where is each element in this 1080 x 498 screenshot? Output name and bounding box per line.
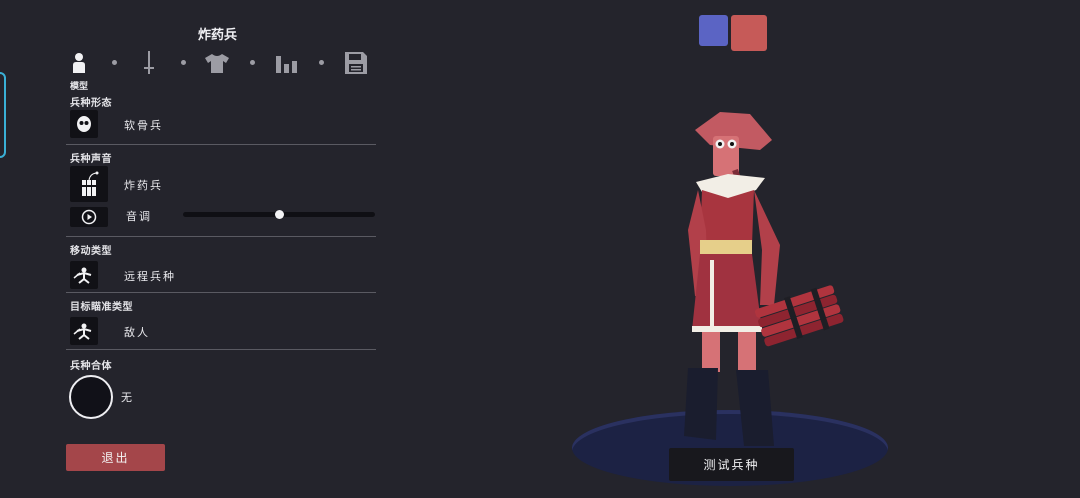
target-unit-icon [73,323,92,340]
target-type-label: 目标瞄准类型 [70,302,133,313]
movement-type-value[interactable]: 远程兵种 [124,268,176,284]
dynamite-icon [81,171,99,196]
tab-save[interactable] [343,50,369,76]
test-unit-button[interactable]: 测试兵种 [669,448,794,481]
movement-type-icon-button[interactable] [70,261,98,289]
pitch-slider-thumb[interactable] [275,210,284,219]
save-icon [345,52,367,74]
section-divider [66,144,376,145]
target-type-value[interactable]: 敌人 [124,324,150,340]
tab-separator-dot [181,60,186,65]
exit-button[interactable]: 退出 [66,444,165,471]
unit-preview-model[interactable] [640,100,870,450]
unit-name-title: 炸药兵 [198,28,238,43]
unit-voice-label: 兵种声音 [70,154,112,165]
team-color-red-swatch[interactable] [731,15,767,51]
sword-icon [144,51,154,74]
movement-type-label: 移动类型 [70,246,112,257]
target-type-icon-button[interactable] [70,317,98,345]
unit-combo-label: 兵种合体 [70,361,112,372]
person-icon [73,53,85,73]
tab-weapons[interactable] [136,50,162,76]
play-icon [81,209,97,225]
ranged-unit-icon [73,267,92,284]
section-divider [66,292,376,293]
pitch-slider[interactable] [183,210,375,219]
unit-form-value[interactable]: 软骨兵 [124,117,163,133]
tab-separator-dot [319,60,324,65]
unit-combo-value: 无 [121,391,134,404]
tab-model-caption: 模型 [70,82,89,92]
unit-combo-slot[interactable] [69,375,113,419]
skull-face-icon [77,116,91,132]
unit-form-icon-button[interactable] [70,110,98,138]
bar-chart-icon [276,56,297,73]
editor-tab-bar [66,50,376,78]
unit-voice-value[interactable]: 炸药兵 [124,177,163,193]
tab-stats[interactable] [274,50,300,76]
tab-clothing[interactable] [204,50,230,76]
side-panel-handle[interactable] [0,72,6,158]
team-color-blue-swatch[interactable] [699,15,728,46]
section-divider [66,236,376,237]
tab-model[interactable] [66,50,92,76]
play-voice-button[interactable] [70,207,108,227]
tab-separator-dot [250,60,255,65]
pitch-label: 音调 [126,210,152,223]
tab-separator-dot [112,60,117,65]
unit-form-label: 兵种形态 [70,98,112,109]
section-divider [66,349,376,350]
shirt-icon [205,54,229,73]
unit-voice-icon-button[interactable] [70,166,108,202]
